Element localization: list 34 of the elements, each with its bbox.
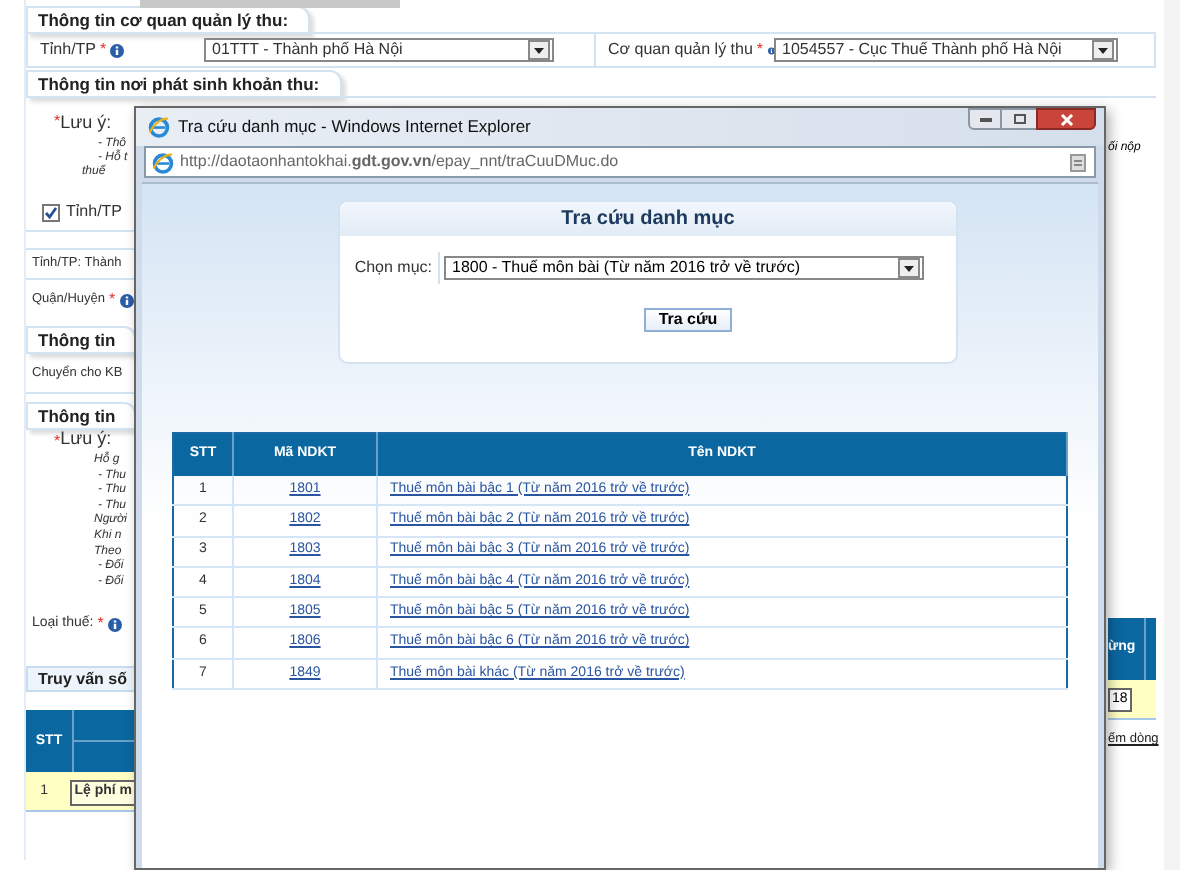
close-button[interactable] — [1036, 108, 1096, 130]
checkbox[interactable] — [42, 203, 60, 221]
section-header: Thông tin nơi phát sinh khoản thu: — [26, 70, 342, 98]
search-button[interactable]: Tra cứu — [644, 308, 732, 332]
required-mark: * — [54, 430, 61, 454]
panel-title: Tra cứu danh mục — [561, 206, 735, 234]
section-header: Thông tin cơ quan quản lý thu: — [26, 6, 310, 34]
required-mark: * — [756, 38, 764, 62]
required-mark: * — [97, 612, 104, 637]
browser-icon — [148, 116, 170, 138]
window-title: Tra cứu danh mục - Windows Internet Explorer — [178, 114, 531, 140]
minimize-button[interactable] — [968, 108, 1002, 130]
field-label: Chọn mục: — [354, 256, 432, 280]
help-icon — [119, 293, 134, 307]
section-header: Thông tin — [26, 326, 136, 354]
note-label: Lưu ý: — [60, 430, 112, 448]
check-icon — [44, 205, 58, 219]
field-label: Cơ quan quản lý thu — [608, 38, 753, 62]
help-icon — [107, 617, 122, 632]
required-mark: * — [109, 288, 116, 312]
required-mark: * — [54, 110, 61, 134]
close-icon — [1059, 113, 1073, 125]
help-icon — [767, 43, 774, 57]
maximize-button[interactable] — [1002, 108, 1036, 130]
required-mark: * — [100, 38, 107, 62]
dropdown[interactable]: 1800 - Thuế môn bài (Từ năm 2016 trở về trước) — [444, 256, 924, 280]
dropdown[interactable]: 1054557 - Cục Thuế Thành phố Hà Nội — [774, 38, 1118, 62]
note-label: Lưu ý: — [60, 110, 112, 136]
dropdown[interactable]: 01TTT - Thành phố Hà Nội — [204, 38, 554, 62]
checkbox-label: Tỉnh/TP — [66, 200, 123, 224]
field-label: Tỉnh/TP — [40, 38, 97, 62]
section-header: Truy vấn số — [26, 666, 136, 693]
help-icon — [110, 43, 125, 57]
section-header: Thông tin — [26, 402, 136, 430]
